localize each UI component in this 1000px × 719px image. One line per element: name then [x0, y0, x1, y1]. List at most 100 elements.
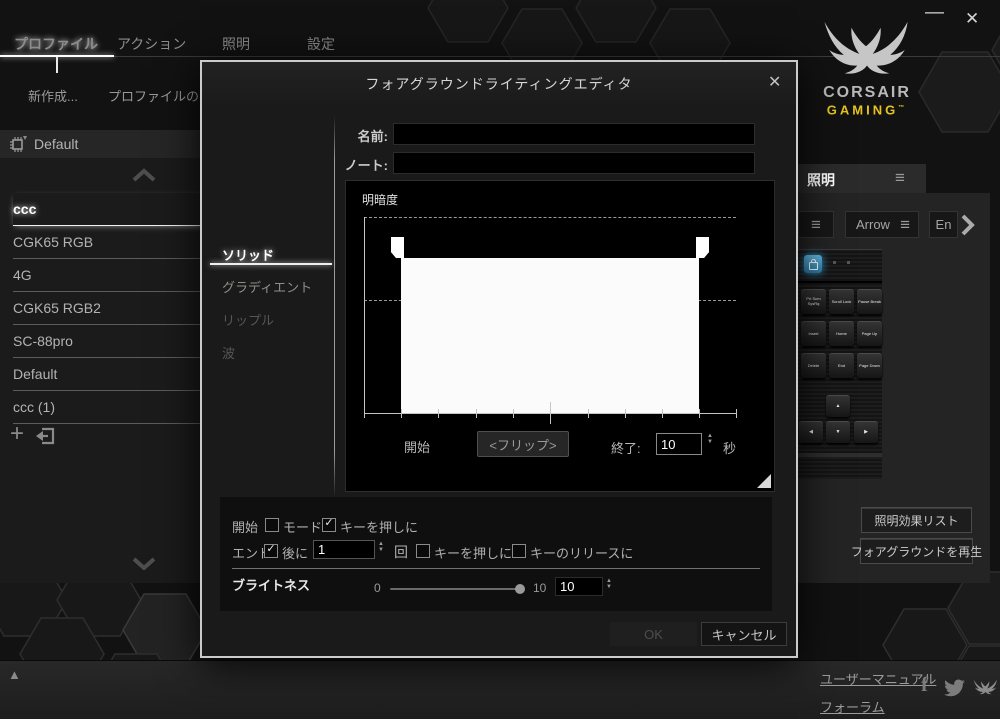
axis-tick-middle — [550, 402, 551, 424]
profile-item[interactable]: SC-88pro — [13, 325, 203, 358]
corsair-footer-icon[interactable] — [972, 679, 999, 696]
resize-grip[interactable] — [757, 474, 771, 488]
key-arrow-right[interactable]: ▶ — [854, 421, 878, 443]
axis-tick — [588, 409, 589, 418]
close-button[interactable]: ✕ — [965, 9, 979, 29]
profile-item[interactable]: Default — [13, 358, 203, 391]
dialog-close-icon[interactable]: ✕ — [768, 72, 781, 92]
device-chip-icon — [10, 136, 27, 152]
brightness-stepper[interactable]: ▲ ▼ — [606, 578, 612, 591]
scroll-up-icon[interactable] — [131, 168, 157, 182]
key-pagedown[interactable]: Page Down — [857, 353, 882, 378]
name-label: 名前: — [357, 129, 388, 144]
device-header[interactable]: Default — [0, 130, 203, 158]
on-keypress-checkbox[interactable]: ✓ — [322, 518, 336, 532]
profile-item[interactable]: ccc — [13, 193, 203, 226]
lighting-panel-tab[interactable]: 照明 ≡ — [795, 164, 926, 193]
envelope-region[interactable] — [401, 258, 699, 413]
indicator-led — [847, 261, 850, 264]
profile-action[interactable]: プロファイルの — [108, 86, 199, 105]
lighting-mode-button[interactable]: ≡ — [798, 211, 834, 238]
brand-name: CORSAIR — [823, 84, 911, 101]
ok-button[interactable]: OK — [610, 622, 697, 646]
profile-item[interactable]: ccc (1) — [13, 391, 203, 424]
options-divider — [232, 568, 760, 569]
play-foreground-button[interactable]: フォアグラウンドを再生 — [851, 538, 982, 564]
key-home[interactable]: Home — [829, 321, 854, 346]
tab-solid[interactable]: ソリッド — [222, 245, 274, 264]
tab-ripple[interactable]: リップル — [222, 310, 274, 329]
axis-tick — [625, 409, 626, 418]
end-time-stepper[interactable]: ▲ ▼ — [707, 433, 713, 446]
language-button[interactable]: En — [929, 211, 958, 238]
end-on-release-checkbox[interactable] — [512, 544, 526, 558]
tab-gradient[interactable]: グラディエント — [222, 277, 312, 296]
facebook-icon[interactable]: f — [921, 672, 928, 697]
chevron-right-icon[interactable] — [959, 212, 977, 238]
chart-max-gridline — [364, 217, 736, 218]
expand-up-icon[interactable]: ▲ — [8, 667, 21, 682]
effect-type-dropdown[interactable]: Arrow ≡ — [845, 211, 919, 238]
tab-profile[interactable]: プロファイル — [14, 34, 98, 54]
tab-settings[interactable]: 設定 — [307, 34, 335, 54]
stepper-down-icon: ▼ — [606, 584, 612, 590]
playback-options-panel: 開始 モード ✓ キーを押しに エンド ✓ 後に ▲▼ 回 キーを押しに キーの… — [220, 497, 772, 611]
cancel-button[interactable]: キャンセル — [701, 622, 787, 646]
check-icon: ✓ — [324, 517, 334, 529]
flip-button[interactable]: <フリップ> — [477, 431, 569, 457]
lighting-panel-body: ≡ Arrow ≡ En Prt Scrn SysRq Scroll Lock … — [795, 193, 990, 583]
key-pause[interactable]: Pause Break — [857, 289, 882, 314]
import-profile-button[interactable] — [34, 426, 56, 451]
tab-wave[interactable]: 波 — [222, 343, 235, 362]
brightness-min-label: 0 — [374, 581, 381, 595]
key-scroll[interactable]: Scroll Lock — [829, 289, 854, 314]
envelope-start-handle[interactable] — [391, 237, 404, 258]
repeat-count-stepper[interactable]: ▲ ▼ — [378, 541, 384, 554]
lighting-effects-list-button[interactable]: 照明効果リスト — [861, 507, 972, 533]
brightness-input[interactable] — [555, 577, 603, 596]
key-end[interactable]: End — [829, 353, 854, 378]
profile-item[interactable]: CGK65 RGB2 — [13, 292, 203, 325]
import-icon — [36, 427, 55, 445]
indicator-led — [833, 261, 836, 264]
name-input[interactable] — [393, 123, 755, 145]
key-prtscn[interactable]: Prt Scrn SysRq — [801, 289, 826, 314]
end-time-input[interactable] — [656, 433, 702, 455]
start-row-label: 開始 — [232, 520, 259, 535]
minimize-button[interactable]: — — [925, 2, 944, 24]
twitter-icon[interactable] — [944, 679, 966, 697]
tab-lighting[interactable]: 照明 — [222, 34, 250, 54]
profile-item[interactable]: CGK65 RGB — [13, 226, 203, 259]
scroll-down-icon[interactable] — [131, 556, 157, 570]
user-manual-link[interactable]: ユーザーマニュアル — [820, 669, 936, 688]
add-profile-button[interactable]: + — [10, 422, 24, 446]
key-pageup[interactable]: Page Up — [857, 321, 882, 346]
forum-link[interactable]: フォーラム — [820, 697, 885, 716]
tab-solid-underline — [210, 263, 332, 265]
after-checkbox[interactable]: ✓ — [264, 544, 278, 558]
key-arrow-down[interactable]: ▼ — [826, 421, 850, 443]
key-insert[interactable]: Insert — [801, 321, 826, 346]
brightness-max-label: 10 — [533, 581, 547, 595]
brightness-slider-thumb[interactable] — [515, 584, 525, 594]
note-input[interactable] — [393, 152, 755, 174]
new-profile-action[interactable]: 新作成... — [28, 86, 78, 105]
tab-actions[interactable]: アクション — [117, 34, 186, 54]
axis-tick — [401, 409, 402, 418]
note-label: ノート: — [344, 158, 388, 173]
keyboard-seam — [798, 281, 882, 283]
device-name: Default — [34, 136, 79, 152]
repeat-count-input[interactable] — [313, 540, 375, 559]
menu-icon[interactable]: ≡ — [895, 169, 905, 186]
end-on-release-label: キーのリリースに — [530, 546, 634, 561]
key-arrow-left[interactable]: ◀ — [799, 421, 823, 443]
key-delete[interactable]: Delete — [801, 353, 826, 378]
envelope-end-handle[interactable] — [696, 237, 709, 258]
key-arrow-up[interactable]: ▲ — [826, 395, 850, 417]
end-on-keypress-checkbox[interactable] — [416, 544, 430, 558]
win-lock-key[interactable] — [804, 255, 822, 273]
brightness-slider-track[interactable] — [390, 588, 523, 590]
profile-item[interactable]: 4G — [13, 259, 203, 292]
mode-checkbox[interactable] — [265, 518, 279, 532]
foreground-lighting-editor-dialog: フォアグラウンドライティングエディタ ✕ 名前: ノート: ソリッド グラディエ… — [200, 60, 798, 658]
